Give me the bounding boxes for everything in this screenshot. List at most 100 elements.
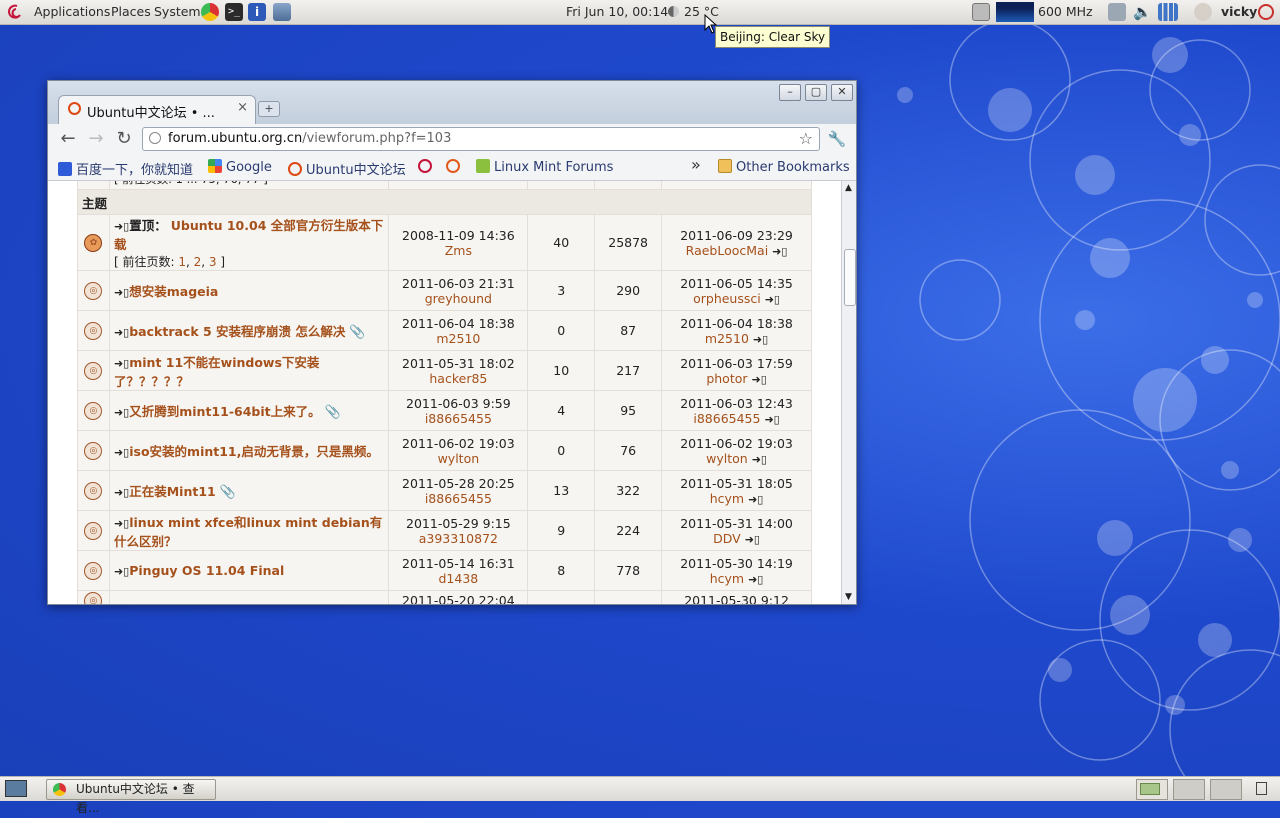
goto-new-post-icon[interactable]: ➜▯ xyxy=(114,357,129,370)
forward-icon[interactable]: → xyxy=(85,128,107,150)
topic-author-link[interactable]: d1438 xyxy=(393,571,523,586)
goto-new-post-icon[interactable]: ➜▯ xyxy=(114,286,129,299)
last-post-user-link[interactable]: m2510 xyxy=(705,331,749,346)
bookmark-baidu[interactable]: 百度一下，你就知道 xyxy=(58,159,193,178)
last-post-user-link[interactable]: hcym xyxy=(710,571,744,586)
screenshot-applet-icon[interactable] xyxy=(972,3,990,21)
topic-title-link[interactable]: Pinguy OS 11.04 Final xyxy=(129,563,284,578)
menu-applications[interactable]: Applications xyxy=(34,0,110,24)
last-post-user-link[interactable]: RaebLoocMai xyxy=(686,243,769,258)
goto-new-post-icon[interactable]: ➜▯ xyxy=(114,486,129,499)
browser-titlebar[interactable]: Ubuntu中文论坛 • ... × + – ▢ ✕ xyxy=(48,81,856,125)
topic-title-link[interactable]: 想安装mageia xyxy=(129,284,218,299)
last-post-user-link[interactable]: photor xyxy=(706,371,747,386)
network-status-icon[interactable] xyxy=(1108,3,1126,21)
goto-new-post-icon[interactable]: ➜▯ xyxy=(114,517,129,530)
topic-title-link[interactable]: iso安装的mint11,启动无背景，只是黑频。 xyxy=(129,444,379,459)
topic-title-link[interactable]: backtrack 5 安装程序崩溃 怎么解决 xyxy=(129,324,345,339)
view-latest-post-icon[interactable]: ➜▯ xyxy=(764,413,779,426)
menu-system[interactable]: System xyxy=(154,0,201,24)
menu-places[interactable]: Places xyxy=(111,0,151,24)
topic-title-link[interactable]: 正在装Mint11 xyxy=(129,484,216,499)
bookmark-ubuntu-forum[interactable]: Ubuntu中文论坛 xyxy=(288,159,406,178)
clock[interactable]: Fri Jun 10, 00:14 xyxy=(566,0,668,24)
view-latest-post-icon[interactable]: ➜▯ xyxy=(753,333,768,346)
minimize-button[interactable]: – xyxy=(779,84,801,101)
other-bookmarks[interactable]: Other Bookmarks xyxy=(718,159,850,175)
tab-close-icon[interactable]: × xyxy=(237,100,248,115)
last-post-time: 2011-05-30 9:12 xyxy=(684,593,789,604)
tab-ubuntu-forum[interactable]: Ubuntu中文论坛 • ... × xyxy=(58,95,256,124)
workspace-2[interactable] xyxy=(1173,779,1205,800)
topic-author-link[interactable]: i88665455 xyxy=(393,411,523,426)
topic-title-link[interactable]: linux mint xfce和linux mint debian有什么区别？ xyxy=(114,515,382,549)
pager-page-link[interactable]: 3 xyxy=(209,255,217,269)
bookmark-star-icon[interactable]: ☆ xyxy=(799,129,813,148)
view-latest-post-icon[interactable]: ➜▯ xyxy=(748,573,763,586)
bookmark-debian[interactable] xyxy=(418,159,436,175)
username[interactable]: vicky xyxy=(1221,0,1257,24)
bookmarks-overflow-icon[interactable]: » xyxy=(691,155,701,174)
reload-icon[interactable]: ↻ xyxy=(113,128,135,150)
prev-pager[interactable]: [ 前往页数: 1 ... 75, 76, 77 ] xyxy=(108,181,390,190)
view-latest-post-icon[interactable]: ➜▯ xyxy=(752,373,767,386)
cpu-frequency[interactable]: 600 MHz xyxy=(1038,0,1093,24)
topic-author-link[interactable]: m2510 xyxy=(393,331,523,346)
power-icon[interactable] xyxy=(1258,4,1274,20)
last-post-user-link[interactable]: wylton xyxy=(706,451,748,466)
goto-new-post-icon[interactable]: ➜▯ xyxy=(114,220,129,233)
topic-author-link[interactable]: a393310872 xyxy=(393,531,523,546)
info-launcher-icon[interactable]: i xyxy=(248,3,266,21)
signal-bars-icon[interactable] xyxy=(1158,3,1178,21)
view-latest-post-icon[interactable]: ➜▯ xyxy=(745,533,760,546)
last-post-user-link[interactable]: orpheussci xyxy=(693,291,761,306)
chrome-launcher-icon[interactable] xyxy=(201,3,219,21)
topic-author-link[interactable]: hacker85 xyxy=(393,371,523,386)
pager-page-link[interactable]: 1 xyxy=(178,255,186,269)
view-latest-post-icon[interactable]: ➜▯ xyxy=(765,293,780,306)
view-latest-post-icon[interactable]: ➜▯ xyxy=(772,245,787,258)
goto-new-post-icon[interactable]: ➜▯ xyxy=(114,446,129,459)
workspace-1[interactable] xyxy=(1136,779,1168,800)
close-window-button[interactable]: ✕ xyxy=(831,84,853,101)
topic-title-link[interactable]: 又折腾到mint11-64bit上来了。 xyxy=(129,404,320,419)
network-launcher-icon[interactable] xyxy=(273,3,291,21)
topic-author-link[interactable]: i88665455 xyxy=(393,491,523,506)
last-post-user-link[interactable]: hcym xyxy=(710,491,744,506)
debian-swirl-icon[interactable] xyxy=(7,3,25,21)
view-latest-post-icon[interactable]: ➜▯ xyxy=(752,453,767,466)
last-post-user-link[interactable]: DDV xyxy=(713,531,741,546)
goto-new-post-icon[interactable]: ➜▯ xyxy=(114,326,129,339)
topic-author-link[interactable]: greyhound xyxy=(393,291,523,306)
cpu-graph-icon xyxy=(996,2,1034,22)
scroll-down-arrow[interactable]: ▼ xyxy=(845,592,852,602)
terminal-launcher-icon[interactable]: >_ xyxy=(225,3,243,21)
back-icon[interactable]: ← xyxy=(57,128,79,150)
wrench-menu-icon[interactable]: 🔧 xyxy=(826,128,848,150)
show-desktop-icon[interactable] xyxy=(5,780,27,797)
weather-moon-icon[interactable] xyxy=(668,6,679,17)
workspace-3[interactable] xyxy=(1210,779,1242,800)
topic-author-link[interactable]: wylton xyxy=(393,451,523,466)
topic-views: 76 xyxy=(594,430,663,471)
goto-new-post-icon[interactable]: ➜▯ xyxy=(114,406,129,419)
user-avatar-icon[interactable] xyxy=(1194,3,1212,21)
scrollbar-thumb[interactable] xyxy=(844,249,856,306)
scroll-up-arrow[interactable]: ▲ xyxy=(845,183,852,193)
bookmark-ubuntu[interactable] xyxy=(446,159,464,175)
new-tab-button[interactable]: + xyxy=(258,101,280,117)
bookmark-google[interactable]: Google xyxy=(208,159,272,175)
last-post-user-link[interactable]: i88665455 xyxy=(693,411,760,426)
vertical-scrollbar[interactable]: ▲ ▼ xyxy=(841,181,856,604)
goto-new-post-icon[interactable]: ➜▯ xyxy=(114,565,129,578)
topic-title-link[interactable]: mint 11不能在windows下安装了？？？？？ xyxy=(114,355,319,389)
pager-page-link[interactable]: 2 xyxy=(194,255,202,269)
topic-author-link[interactable]: Zms xyxy=(393,243,523,258)
maximize-button[interactable]: ▢ xyxy=(805,84,827,101)
taskbar-browser-button[interactable]: Ubuntu中文论坛 • 查看... xyxy=(46,779,216,815)
trash-icon[interactable] xyxy=(1256,782,1267,795)
address-bar[interactable]: forum.ubuntu.org.cn/viewforum.php?f=103 … xyxy=(142,127,820,151)
volume-icon[interactable]: 🔈 xyxy=(1133,0,1152,24)
view-latest-post-icon[interactable]: ➜▯ xyxy=(748,493,763,506)
bookmark-linux-mint[interactable]: Linux Mint Forums xyxy=(476,159,613,175)
